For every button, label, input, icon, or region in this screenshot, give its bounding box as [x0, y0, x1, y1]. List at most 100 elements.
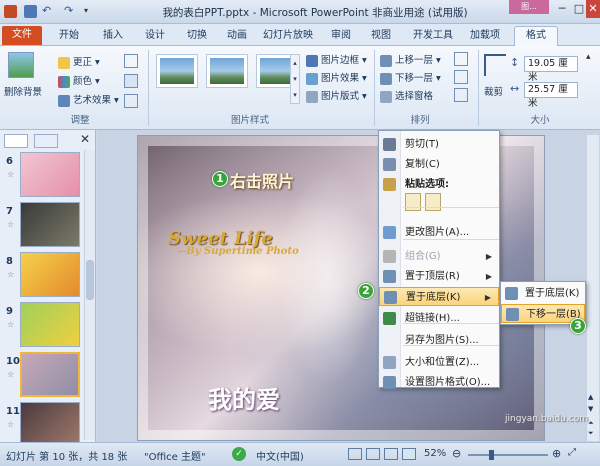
adjust-group-label: 调整 [70, 115, 90, 126]
transition-star-icon: ☆ [7, 220, 15, 229]
color-button[interactable]: 颜色 ▾ [58, 73, 100, 88]
menu-item-paste-options[interactable] [379, 191, 499, 215]
customize-quick-access-icon[interactable]: ▾ [84, 5, 97, 18]
arrange-group-label: 排列 [410, 115, 430, 126]
tab-home[interactable]: 开始 [54, 27, 84, 45]
group-separator [478, 50, 479, 126]
selection-pane-button[interactable]: 选择窗格 [380, 88, 433, 103]
zoom-level[interactable]: 52% [424, 448, 446, 459]
redo-icon[interactable]: ↷ [64, 5, 77, 18]
theme-name[interactable]: "Office 主题" [144, 448, 206, 463]
slide-thumbnail[interactable] [20, 402, 80, 447]
submenu-arrow-icon: ▶ [485, 252, 492, 261]
size-group-label: 大小 [530, 115, 550, 126]
remove-background-button[interactable]: 删除背景 [4, 84, 42, 98]
scroll-thumb[interactable] [86, 260, 94, 300]
window-title: 我的表白PPT.pptx - Microsoft PowerPoint 非商业用… [162, 7, 468, 19]
scroll-up-icon[interactable]: ▲ [588, 393, 593, 401]
group-separator [374, 50, 375, 126]
reading-view-icon[interactable] [384, 448, 398, 460]
picture-layout-button[interactable]: 图片版式 ▾ [306, 88, 367, 103]
styles-gallery-scroll[interactable]: ▴ ▾ ▾ [290, 54, 300, 104]
change-picture-icon [383, 226, 396, 239]
menu-separator [403, 301, 499, 302]
artistic-effects-button[interactable]: 艺术效果 ▾ [58, 92, 119, 107]
zoom-slider-thumb[interactable] [488, 450, 494, 460]
menu-item-label: 组合(G) [405, 251, 441, 262]
menu-item-format-picture[interactable]: 设置图片格式(O)... [379, 373, 499, 392]
tab-format[interactable]: 格式 [514, 26, 558, 47]
menu-item-save-as-picture[interactable]: 另存为图片(S)... [379, 331, 499, 350]
reset-picture-icon[interactable] [124, 94, 138, 108]
zoom-in-icon[interactable]: ⊕ [552, 447, 561, 460]
group-objects-icon[interactable] [454, 70, 468, 84]
rotate-icon[interactable] [454, 88, 468, 102]
tab-addins[interactable]: 加载项 [464, 27, 506, 45]
corrections-button[interactable]: 更正 ▾ [58, 54, 100, 69]
normal-view-icon[interactable] [348, 448, 362, 460]
fit-to-window-icon[interactable]: ⤢ [568, 447, 576, 458]
scroll-down-icon[interactable]: ▼ [588, 405, 593, 413]
tab-developer[interactable]: 开发工具 [408, 27, 458, 45]
menu-item-send-back[interactable]: 置于底层(K) ▶ [379, 287, 499, 306]
slides-panel-scrollbar[interactable] [84, 150, 95, 440]
zoom-slider[interactable] [468, 450, 548, 460]
save-icon[interactable] [24, 5, 37, 18]
close-button[interactable]: ✕ [586, 0, 600, 18]
slide-thumbnail[interactable] [20, 302, 80, 347]
prev-slide-icon[interactable]: ⏶ [588, 419, 594, 428]
picture-effects-button[interactable]: 图片效果 ▾ [306, 70, 367, 85]
change-picture-icon[interactable] [124, 74, 138, 88]
context-menu-items: 剪切(T) 复制(C) 粘贴选项: 更改图片(A)... 组合(G) ▶ 置于顶层(R) ▶ 置… [379, 131, 499, 389]
bring-forward-button[interactable]: 上移一层 ▾ [380, 52, 441, 67]
size-position-icon [383, 356, 396, 369]
next-slide-icon[interactable]: ⏷ [588, 429, 594, 438]
paste-keep-source-icon[interactable] [405, 193, 421, 211]
tab-review[interactable]: 审阅 [326, 27, 356, 45]
slide-thumbnail[interactable] [20, 352, 80, 397]
editor-vertical-scrollbar[interactable]: ▲ ▼ ⏶ ⏷ [586, 135, 599, 441]
tab-insert[interactable]: 插入 [98, 27, 128, 45]
language-indicator[interactable]: 中文(中国) [256, 448, 304, 463]
tab-slideshow[interactable]: 幻灯片放映 [260, 27, 316, 45]
crop-icon[interactable] [484, 54, 506, 76]
send-backward-button[interactable]: 下移一层 ▾ [380, 70, 441, 85]
save-as-picture-icon [383, 334, 396, 347]
undo-icon[interactable]: ↶ [42, 5, 55, 18]
slideshow-view-icon[interactable] [402, 448, 416, 460]
compress-pictures-icon[interactable] [124, 54, 138, 68]
menu-item-copy[interactable]: 复制(C) [379, 155, 499, 174]
powerpoint-logo-icon [4, 5, 17, 18]
menu-item-size-position[interactable]: 大小和位置(Z)... [379, 353, 499, 372]
selection-pane-icon [380, 90, 392, 103]
spell-check-icon[interactable]: ✓ [232, 447, 246, 461]
tab-animations[interactable]: 动画 [222, 27, 252, 45]
tab-view[interactable]: 视图 [366, 27, 396, 45]
minimize-ribbon-icon[interactable]: ▴ [586, 52, 591, 62]
remove-background-icon[interactable] [8, 52, 34, 78]
menu-item-scissors[interactable]: 剪切(T) [379, 135, 499, 154]
menu-item-hyperlink[interactable]: 超链接(H)... [379, 309, 499, 328]
slide-sorter-view-icon[interactable] [366, 448, 380, 460]
tab-transitions[interactable]: 切换 [182, 27, 212, 45]
picture-style-thumb[interactable] [156, 54, 198, 88]
transition-star-icon: ☆ [7, 320, 15, 329]
picture-border-button[interactable]: 图片边框 ▾ [306, 52, 367, 67]
slide-thumbnail[interactable] [20, 252, 80, 297]
tab-design[interactable]: 设计 [140, 27, 170, 45]
zoom-out-icon[interactable]: ⊖ [452, 447, 461, 460]
menu-item-label: 置于顶层(R) [405, 271, 460, 282]
tab-file[interactable]: 文件 [2, 26, 42, 45]
width-spinner[interactable]: 25.57 厘米 [524, 82, 578, 109]
slide-thumbnail[interactable] [20, 152, 80, 197]
maximize-button[interactable]: □ [572, 0, 586, 18]
height-spinner[interactable]: 19.05 厘米 [524, 56, 578, 83]
menu-item-bring-front[interactable]: 置于顶层(R) ▶ [379, 267, 499, 286]
menu-item-label: 设置图片格式(O)... [405, 377, 491, 388]
slide-thumbnail[interactable] [20, 202, 80, 247]
crop-button[interactable]: 裁剪 [484, 84, 503, 98]
paste-picture-icon[interactable] [425, 193, 441, 211]
submenu-item-send-to-back[interactable]: 置于底层(K) [501, 284, 585, 303]
picture-style-thumb[interactable] [206, 54, 248, 88]
align-icon[interactable] [454, 52, 468, 66]
